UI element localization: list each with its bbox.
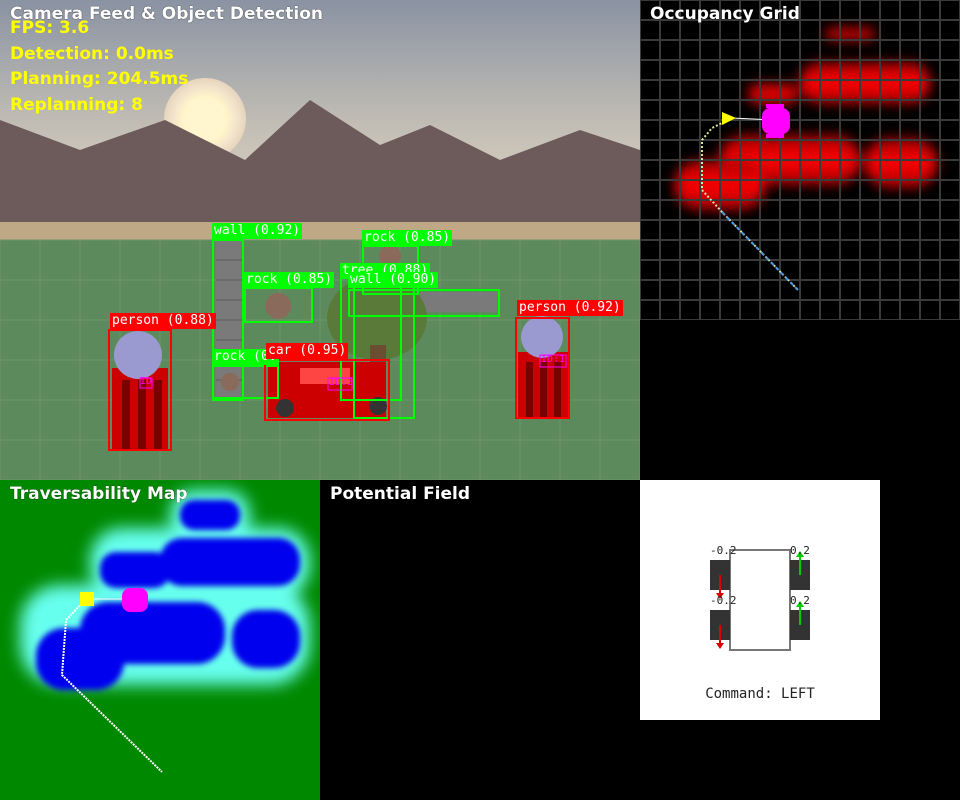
command-readout: Command: LEFT (705, 686, 815, 702)
detection-label: car (0.95) (266, 343, 349, 359)
goal-marker (122, 588, 148, 612)
obstacle-region (36, 628, 124, 690)
robot-command-panel: -0.2 0.2 -0.2 0.2 Command: LEFT (640, 480, 880, 720)
potential-field-panel: Potential Field (320, 480, 640, 800)
track-id-tag: ID:1 (541, 354, 566, 365)
person-object (112, 331, 168, 450)
camera-feed-panel: wall (0.92) rock (0.85) rock (0.85) tree… (0, 0, 640, 480)
obstacle-region (160, 538, 300, 586)
traversability-panel-title: Traversability Map (10, 484, 188, 504)
obstacle-region (232, 610, 300, 668)
stats-overlay: FPS: 3.6 Detection: 0.0ms Planning: 204.… (10, 16, 188, 118)
empty-area (640, 320, 960, 480)
occupancy-grid-panel: Occupancy Grid (640, 0, 960, 320)
detection-label: person (0.92) (517, 300, 623, 316)
obstacle-region (180, 500, 240, 530)
wheel-speed-label: -0.2 (710, 594, 737, 607)
robot-marker (80, 592, 94, 606)
detection-time-readout: Detection: 0.0ms (10, 43, 174, 64)
detection-label: wall (0.92) (212, 223, 303, 239)
wheel-speed-label: 0.2 (790, 544, 810, 557)
track-id-tag: ID:3 (329, 377, 354, 388)
robot-body (729, 549, 791, 651)
track-id-tag: ID (140, 376, 153, 387)
camera-panel-title: Camera Feed & Object Detection (10, 4, 323, 24)
robot-diagram (710, 549, 810, 651)
detection-label: rock (0.85) (362, 230, 453, 246)
detection-label: rock (0.85) (244, 272, 335, 288)
obstacle-cell (825, 28, 875, 40)
obstacle-region (100, 552, 170, 588)
planning-time-readout: Planning: 204.5ms (10, 69, 189, 89)
traversability-map-panel: Traversability Map (0, 480, 320, 800)
occupancy-grid (640, 0, 960, 320)
goal-marker (762, 108, 790, 134)
potential-panel-title: Potential Field (330, 484, 471, 504)
robot-marker (722, 112, 736, 125)
replanning-count-readout: Replanning: 8 (10, 94, 143, 115)
detection-label: person (0.88) (110, 313, 216, 329)
occupancy-panel-title: Occupancy Grid (650, 4, 800, 24)
empty-area (640, 720, 960, 800)
traversability-map (20, 490, 310, 773)
rock-object (221, 373, 239, 391)
wheel-speed-label: 0.2 (790, 594, 810, 607)
detection-label: wall (0.90) (348, 272, 439, 288)
rock-object (265, 293, 291, 319)
wheel-speed-label: -0.2 (710, 544, 737, 557)
